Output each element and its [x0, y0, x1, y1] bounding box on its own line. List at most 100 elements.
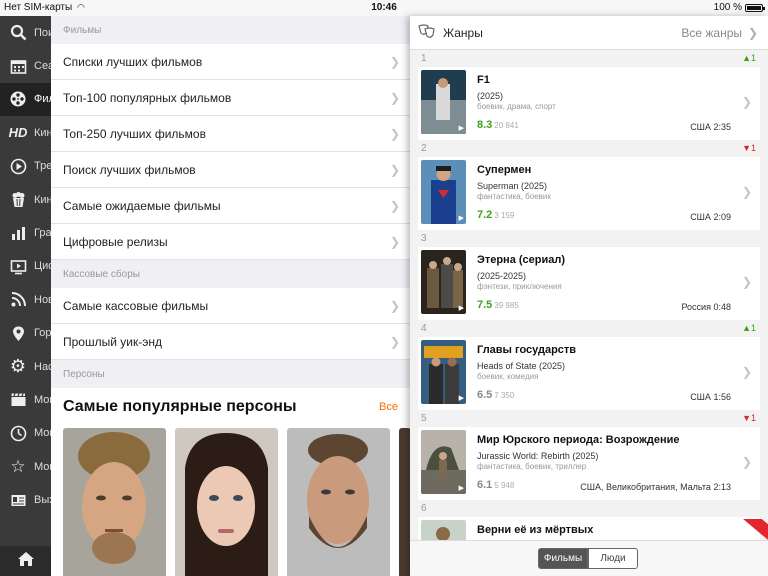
chevron-right-icon: ❯	[741, 185, 752, 199]
movie-title: Главы государств	[477, 344, 577, 356]
status-bar: Нет SIM-карты ◠ 10:46 100 %	[0, 0, 768, 16]
row-last-weekend[interactable]: Прошлый уик-энд ❯	[51, 324, 410, 360]
nav-item-search[interactable]: Поиск	[0, 16, 51, 49]
chevron-right-icon: ❯	[389, 55, 400, 69]
movie-country: Россия	[681, 302, 711, 312]
search-icon	[8, 23, 28, 43]
movie-rank: 6	[421, 503, 427, 514]
section-header-films: Фильмы	[63, 24, 102, 36]
genres-title: Жанры	[443, 25, 483, 40]
nav-item-settings[interactable]: ⚙ Настройки	[0, 350, 51, 383]
battery-icon	[745, 4, 765, 12]
segment-people[interactable]: Люди	[588, 548, 638, 569]
segment-films[interactable]: Фильмы	[538, 548, 588, 569]
genres-header: Жанры Все жанры ❯	[410, 16, 768, 50]
movie-rank-row: 4 ▲1	[410, 320, 768, 337]
row-most-expected[interactable]: Самые ожидаемые фильмы ❯	[51, 188, 410, 224]
movie-genres: фэнтези, приключения	[477, 282, 562, 291]
movie-card[interactable]: ▶ F1 (2025) боевик, драма, спорт 8.3 20 8…	[418, 67, 760, 140]
persons-all-link[interactable]: Все	[379, 401, 398, 413]
row-top-100[interactable]: Топ-100 популярных фильмов ❯	[51, 80, 410, 116]
nav-item-cinemas[interactable]: Кинотеатры	[0, 183, 51, 216]
genres-panel: Жанры Все жанры ❯ 1 ▲1 ▶ F1 (2025) боеви…	[410, 16, 768, 576]
person-photo[interactable]	[175, 428, 278, 576]
films-menu-panel: Фильмы Списки лучших фильмов ❯ Топ-100 по…	[51, 16, 410, 576]
row-top-grossing[interactable]: Самые кассовые фильмы ❯	[51, 288, 410, 324]
rating-value: 7.5	[477, 299, 493, 311]
nav-label: Мои оценки	[34, 460, 51, 473]
nav-label: Поиск	[34, 26, 51, 39]
movie-title: Супермен	[477, 164, 532, 176]
film-reel-icon	[8, 89, 28, 109]
all-genres-link[interactable]: Все жанры	[681, 26, 742, 40]
nav-label: Мои сеансы	[34, 427, 51, 440]
nav-item-my-ratings[interactable]: ☆ Мои оценки	[0, 450, 51, 483]
clock: 10:46	[371, 2, 397, 13]
nav-item-films[interactable]: Фильмы	[0, 82, 51, 117]
popcorn-icon	[8, 190, 28, 210]
home-button[interactable]	[0, 546, 51, 576]
gear-icon: ⚙	[9, 356, 27, 377]
nav-label: Графики	[34, 227, 51, 240]
row-label: Списки лучших фильмов	[63, 54, 203, 69]
nav-item-hd[interactable]: HD Кино HD	[0, 116, 51, 149]
movie-original-title: (2025)	[477, 91, 504, 101]
chevron-right-icon: ❯	[389, 299, 400, 313]
row-label: Самые кассовые фильмы	[63, 298, 209, 313]
hd-icon: HD	[8, 125, 28, 141]
vote-count: 20 841	[494, 121, 519, 130]
movie-country: США	[690, 212, 711, 222]
movie-country-duration: Россия 0:48	[681, 302, 731, 312]
star-icon: ☆	[10, 456, 26, 476]
vote-count: 3 159	[494, 211, 515, 220]
location-pin-icon	[8, 323, 28, 343]
row-best-lists[interactable]: Списки лучших фильмов ❯	[51, 44, 410, 80]
nav-label: Кино HD	[34, 126, 51, 139]
movie-rank-row: 3	[410, 230, 768, 247]
nav-item-news[interactable]: Новости	[0, 283, 51, 316]
chevron-right-icon: ❯	[741, 275, 752, 289]
row-top-250[interactable]: Топ-250 лучших фильмов ❯	[51, 116, 410, 152]
section-header-boxoffice: Кассовые сборы	[63, 268, 140, 280]
movie-duration: 1:56	[713, 392, 731, 402]
play-icon: ▶	[458, 485, 464, 492]
side-navigation: Поиск Сеансы Фильмы HD Кино HD Трейлеры …	[0, 16, 51, 576]
nav-item-logout[interactable]: Выход	[0, 483, 51, 516]
person-photo[interactable]	[287, 428, 390, 576]
movie-card[interactable]: ▶ Мир Юрского периода: Возрождение Juras…	[418, 427, 760, 500]
nav-item-my-sessions[interactable]: Мои сеансы	[0, 417, 51, 450]
movie-rank: 4	[421, 323, 427, 334]
segmented-control-bar: Фильмы Люди	[410, 540, 768, 576]
play-icon: ▶	[458, 215, 464, 222]
nav-item-my-films[interactable]: Мои фильмы	[0, 383, 51, 416]
chart-icon	[8, 223, 28, 243]
section-header-persons: Персоны	[63, 368, 105, 380]
clapperboard-icon	[8, 390, 28, 410]
nav-item-trailers[interactable]: Трейлеры	[0, 150, 51, 183]
row-search-best[interactable]: Поиск лучших фильмов ❯	[51, 152, 410, 188]
movie-country: США	[690, 392, 711, 402]
movie-rank-row: 6	[410, 500, 768, 517]
movie-card[interactable]: ▶ Этерна (сериал) (2025-2025) фэнтези, п…	[418, 247, 760, 320]
rank-change: ▲1	[742, 323, 756, 333]
rank-change: ▼1	[742, 413, 756, 423]
row-digital-releases[interactable]: Цифровые релизы ❯	[51, 224, 410, 260]
nav-item-city[interactable]: Город	[0, 317, 51, 350]
person-photo[interactable]	[399, 428, 410, 576]
nav-label: Трейлеры	[34, 160, 51, 173]
vote-count: 39 985	[494, 301, 519, 310]
movie-rank: 3	[421, 233, 427, 244]
movie-rating: 8.3 20 841	[477, 119, 519, 131]
movie-rating: 7.2 3 159	[477, 209, 514, 221]
movie-card[interactable]: ▶ Супермен Superman (2025) фантастика, б…	[418, 157, 760, 230]
nav-item-charts[interactable]: Графики	[0, 216, 51, 249]
nav-label: Мои фильмы	[34, 393, 51, 406]
movie-country: США, Великобритания, Мальта	[580, 482, 711, 492]
chevron-right-icon: ❯	[741, 455, 752, 469]
nav-item-digital[interactable]: Цифровые	[0, 250, 51, 283]
person-photo[interactable]	[63, 428, 166, 576]
row-label: Топ-250 лучших фильмов	[63, 126, 206, 141]
nav-item-sessions[interactable]: Сеансы	[0, 49, 51, 82]
movie-card[interactable]: ▶ Главы государств Heads of State (2025)…	[418, 337, 760, 410]
movie-rank: 2	[421, 143, 427, 154]
